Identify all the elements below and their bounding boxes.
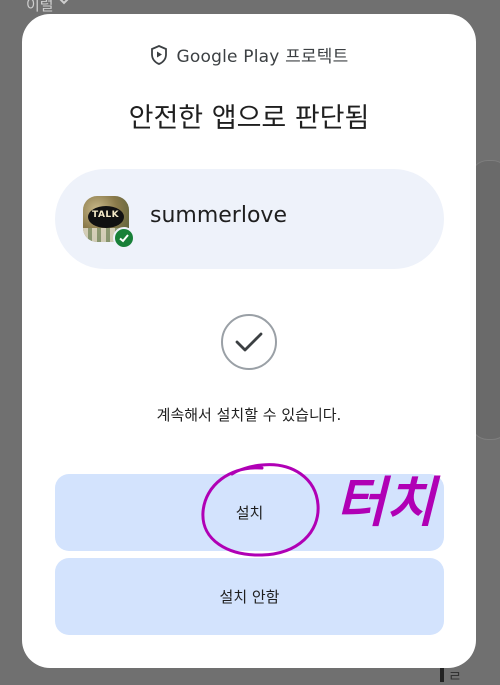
verified-check-icon: [113, 227, 135, 249]
dont-install-button[interactable]: 설치 안함: [55, 558, 444, 635]
app-name: summerlove: [150, 203, 287, 228]
install-button[interactable]: 설치: [55, 474, 444, 551]
background-top-text: 이럴: [26, 0, 54, 14]
play-protect-shield-icon: [150, 44, 167, 65]
chevron-down-icon: [59, 0, 69, 5]
checkmark-circle-icon: [221, 314, 277, 370]
app-icon-text: TALK: [92, 210, 120, 220]
dialog-title: 안전한 앱으로 판단됨: [128, 103, 370, 134]
app-card: TALK summerlove: [55, 169, 444, 269]
play-protect-dialog: Google Play 프로텍트 안전한 앱으로 판단됨 TALK summer…: [22, 14, 476, 668]
background-bottom-text: ㄹ: [448, 667, 462, 685]
play-protect-label: Google Play 프로텍트: [176, 47, 349, 67]
play-protect-header: Google Play 프로텍트: [22, 42, 476, 67]
status-message: 계속해서 설치할 수 있습니다.: [156, 406, 342, 424]
